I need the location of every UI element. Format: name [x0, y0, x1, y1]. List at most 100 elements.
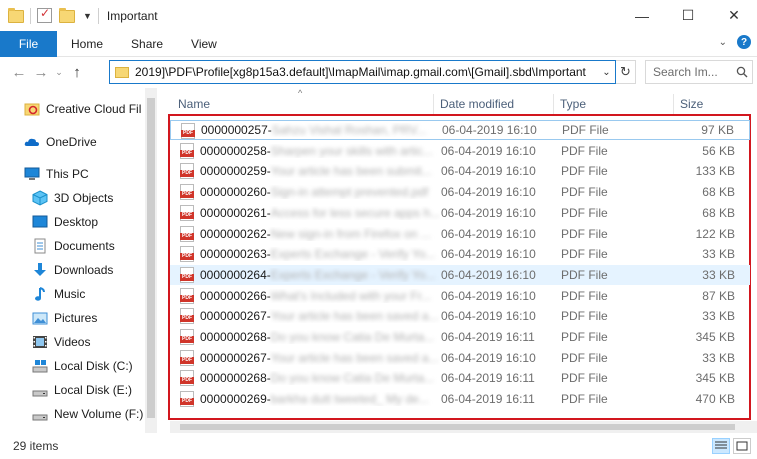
file-id: 0000000258-	[200, 143, 271, 158]
back-button[interactable]: ←	[8, 62, 30, 84]
file-name[interactable]: 0000000261-Access for less secure apps h…	[200, 206, 440, 220]
file-name[interactable]: 0000000262-New sign-in from Firefox on .…	[200, 227, 440, 241]
search-icon[interactable]	[732, 66, 752, 78]
table-row[interactable]: 0000000268-Do you know Catia De Murta...…	[170, 327, 750, 347]
forward-button[interactable]: →	[30, 62, 52, 84]
file-type: PDF File	[561, 205, 608, 220]
table-row[interactable]: 0000000267-Your article has been saved a…	[170, 306, 750, 326]
refresh-button[interactable]: ↻	[616, 60, 636, 84]
close-button[interactable]: ✕	[711, 0, 757, 31]
file-date: 06-04-2019 16:10	[441, 247, 536, 262]
table-row[interactable]: 0000000264-Experts Exchange - Verify Yo.…	[170, 264, 750, 285]
column-header-size[interactable]: Size	[674, 94, 754, 114]
column-header-date[interactable]: Date modified	[434, 94, 554, 114]
column-header-type[interactable]: Type	[554, 94, 674, 114]
file-size: 97 KB	[701, 123, 734, 137]
table-row[interactable]: 0000000258-Sharpen your skills with arti…	[170, 141, 750, 161]
computer-icon	[24, 166, 40, 182]
tab-file[interactable]: File	[0, 30, 57, 57]
file-name[interactable]: 0000000267-Your article has been saved a…	[200, 351, 440, 365]
customize-toolbar-icon[interactable]: ▼	[83, 11, 92, 21]
file-size: 133 KB	[695, 164, 735, 179]
table-row[interactable]: 0000000266-What's Included with your Fr.…	[170, 286, 750, 306]
file-name[interactable]: 0000000266-What's Included with your Fr.…	[200, 289, 440, 303]
table-row[interactable]: 0000000262-New sign-in from Firefox on .…	[170, 224, 750, 244]
address-bar[interactable]: 2019]\PDF\Profile[xg8p15a3.default]\Imap…	[109, 60, 616, 84]
horizontal-scrollbar[interactable]	[170, 421, 757, 433]
maximize-button[interactable]: ☐	[665, 0, 711, 31]
file-size: 470 KB	[695, 392, 735, 407]
sidebar-item-downloads[interactable]: Downloads	[32, 259, 158, 281]
table-row[interactable]: 0000000269-barkha dutt tweeted_ My de...…	[170, 389, 750, 409]
file-date: 06-04-2019 16:10	[441, 185, 536, 200]
table-row[interactable]: 0000000259-Your article has been submit.…	[170, 161, 750, 181]
file-name[interactable]: 0000000258-Sharpen your skills with arti…	[200, 144, 440, 158]
sidebar-item-local-disk-e[interactable]: Local Disk (E:)	[32, 379, 158, 401]
table-row[interactable]: 0000000267-Your article has been saved a…	[170, 348, 750, 368]
file-subject: What's Included with your Fr...	[270, 288, 432, 303]
search-box[interactable]: Search Im...	[645, 60, 753, 84]
tab-share[interactable]: Share	[117, 31, 177, 57]
file-size: 87 KB	[702, 288, 735, 303]
table-row[interactable]: 0000000263-Experts Exchange - Verify Yo.…	[170, 244, 750, 264]
file-type: PDF File	[561, 309, 608, 324]
table-row[interactable]: 0000000257-Sahzu Vishal Roshan, PRV...06…	[170, 120, 750, 140]
expand-ribbon-icon[interactable]: ⌄	[719, 37, 727, 48]
pdf-file-icon	[180, 204, 194, 221]
file-subject: Access for less secure apps h...	[270, 205, 440, 220]
sidebar-item-new-volume-f[interactable]: New Volume (F:)	[32, 403, 158, 425]
table-row[interactable]: 0000000268-Do you know Catia De Murta...…	[170, 368, 750, 388]
file-name[interactable]: 0000000259-Your article has been submit.…	[200, 164, 440, 178]
column-header-name[interactable]: Name	[172, 94, 434, 114]
help-icon[interactable]: ?	[737, 35, 751, 49]
file-name[interactable]: 0000000263-Experts Exchange - Verify Yo.…	[200, 247, 440, 261]
sidebar-item-onedrive[interactable]: OneDrive	[24, 131, 158, 153]
file-name[interactable]: 0000000268-Do you know Catia De Murta...	[200, 330, 440, 344]
pdf-file-icon	[180, 391, 194, 408]
sidebar-item-pictures[interactable]: Pictures	[32, 307, 158, 329]
file-size: 33 KB	[702, 309, 735, 324]
sidebar-item-this-pc[interactable]: This PC	[24, 163, 158, 185]
recent-locations-button[interactable]: ⌄	[52, 62, 66, 84]
file-name[interactable]: 0000000257-Sahzu Vishal Roshan, PRV...	[201, 123, 441, 137]
sidebar-item-desktop[interactable]: Desktop	[32, 211, 158, 233]
table-row[interactable]: 0000000260-Sign-in attempt prevented.pdf…	[170, 182, 750, 202]
tab-view[interactable]: View	[177, 31, 231, 57]
large-icons-view-button[interactable]	[733, 438, 751, 454]
table-row[interactable]: 0000000261-Access for less secure apps h…	[170, 203, 750, 223]
search-input[interactable]: Search Im...	[653, 65, 732, 79]
ribbon-tabs: File Home Share View ⌄ ?	[0, 30, 757, 57]
file-name[interactable]: 0000000260-Sign-in attempt prevented.pdf	[200, 185, 440, 199]
up-button[interactable]: ↑	[66, 62, 88, 84]
music-icon	[32, 286, 48, 302]
properties-icon[interactable]	[37, 6, 53, 24]
file-size: 345 KB	[695, 371, 735, 386]
sidebar-item-label: Local Disk (C:)	[54, 359, 133, 373]
file-name[interactable]: 0000000267-Your article has been saved a…	[200, 309, 440, 323]
file-id: 0000000268-	[200, 371, 271, 386]
tab-home[interactable]: Home	[57, 31, 117, 57]
address-dropdown-icon[interactable]: ⌄	[597, 61, 615, 83]
sidebar-item-3d-objects[interactable]: 3D Objects	[32, 187, 158, 209]
file-size: 345 KB	[695, 330, 735, 344]
sidebar-item-videos[interactable]: Videos	[32, 331, 158, 353]
new-folder-icon[interactable]	[59, 8, 75, 24]
details-view-button[interactable]	[712, 438, 730, 454]
file-subject: Do you know Catia De Murta...	[270, 330, 435, 344]
file-name[interactable]: 0000000264-Experts Exchange - Verify Yo.…	[200, 268, 440, 282]
sidebar-item-label: 3D Objects	[54, 191, 114, 205]
file-date: 06-04-2019 16:11	[441, 330, 535, 344]
sidebar-item-local-disk-c[interactable]: Local Disk (C:)	[32, 355, 158, 377]
file-name[interactable]: 0000000268-Do you know Catia De Murta...	[200, 371, 440, 385]
sidebar-item-documents[interactable]: Documents	[32, 235, 158, 257]
file-name[interactable]: 0000000269-barkha dutt tweeted_ My de...	[200, 392, 440, 406]
sidebar-item-creative-cloud[interactable]: Creative Cloud Fil	[24, 98, 158, 120]
pdf-file-icon	[180, 163, 194, 180]
sidebar-scrollbar[interactable]	[145, 88, 157, 433]
sidebar-item-music[interactable]: Music	[32, 283, 158, 305]
file-subject: Sharpen your skills with artic...	[270, 143, 433, 158]
address-path[interactable]: 2019]\PDF\Profile[xg8p15a3.default]\Imap…	[135, 65, 597, 79]
file-size: 68 KB	[702, 185, 735, 200]
minimize-button[interactable]: —	[619, 0, 665, 31]
pdf-file-icon	[180, 246, 194, 263]
